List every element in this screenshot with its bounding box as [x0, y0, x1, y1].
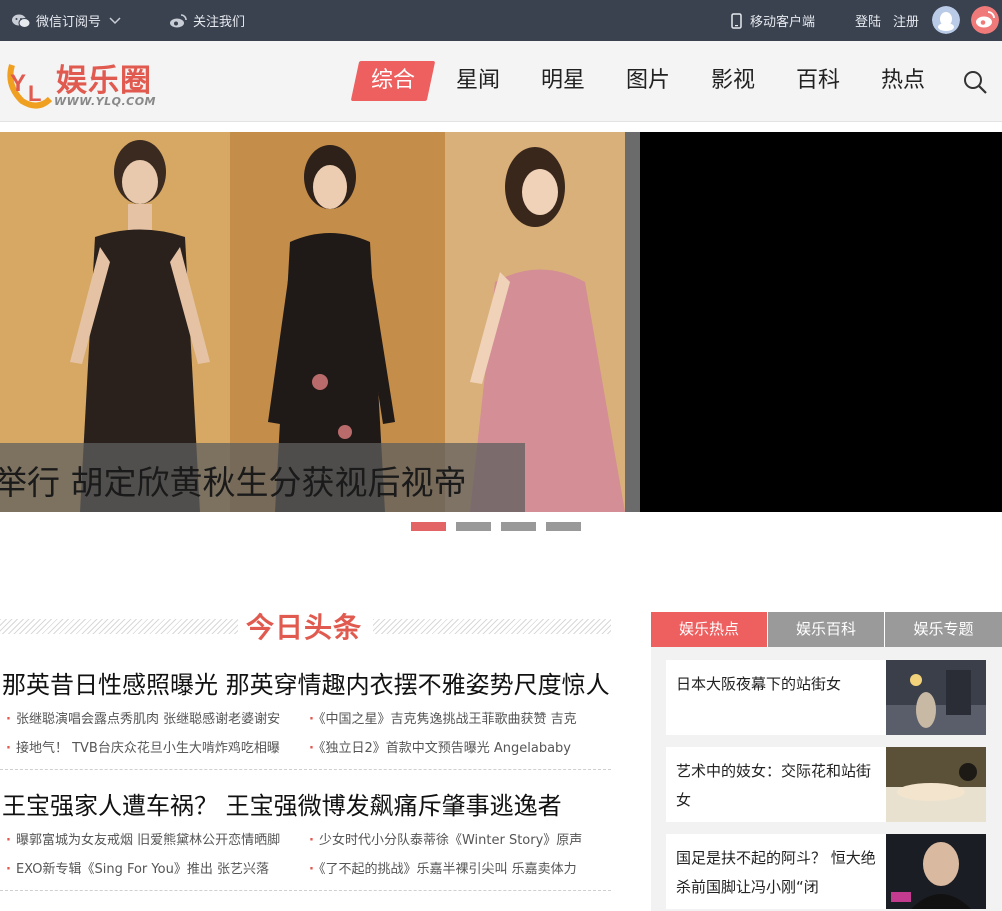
nav-label: 星闻 — [455, 68, 500, 93]
hot-item-title: 日本大阪夜幕下的站街女 — [676, 675, 842, 693]
sub-link[interactable]: 《独立日2》首款中文预告曝光 Angelababy — [309, 737, 571, 756]
wechat-label: 微信订阅号 — [36, 15, 102, 30]
hot-item[interactable]: 日本大阪夜幕下的站街女 — [666, 660, 986, 735]
register-link[interactable]: 注册 — [893, 0, 919, 41]
today-title: 今日头条 — [246, 611, 363, 644]
hot-item-title: 艺术中的妓女：交际花和站街女 — [676, 762, 872, 809]
nav-item-xingwen[interactable]: 星闻 — [445, 61, 511, 101]
phone-icon — [731, 12, 742, 29]
tab-label: 娱乐热点 — [678, 620, 739, 638]
nav-label: 综合 — [370, 68, 415, 93]
wechat-subscribe[interactable]: 微信订阅号 — [12, 0, 121, 41]
hero-caption[interactable]: 举行 胡定欣黄秋生分获视后视帝 — [0, 443, 525, 512]
stripe-decoration — [0, 619, 238, 634]
tab-yule-zhuanti[interactable]: 娱乐专题 — [885, 612, 1002, 647]
hot-item[interactable]: 艺术中的妓女：交际花和站街女 — [666, 747, 986, 822]
headline-1[interactable]: 那英昔日性感照曝光 那英穿情趣内衣摆不雅姿势尺度惊人 — [2, 665, 610, 700]
top-bar: 微信订阅号 关注我们 移动客户端 登陆 注册 — [0, 0, 1002, 41]
side-tabs: 娱乐热点 娱乐百科 娱乐专题 — [651, 612, 1002, 647]
nav-item-yingshi[interactable]: 影视 — [700, 61, 766, 101]
sub-link[interactable]: 少女时代小分队泰蒂徐《Winter Story》原声 — [309, 829, 582, 848]
hero-slider[interactable]: 举行 胡定欣黄秋生分获视后视帝 — [0, 132, 1002, 512]
hero-image[interactable]: 举行 胡定欣黄秋生分获视后视帝 — [0, 132, 625, 512]
logo-url: WWW.YLQ.COM — [54, 95, 156, 108]
weibo-login-icon[interactable] — [971, 6, 999, 34]
login-link[interactable]: 登陆 — [855, 0, 881, 41]
sub-link[interactable]: 接地气！ TVB台庆众花旦小生大啃炸鸡吃相曝 — [6, 737, 280, 756]
follow-us[interactable]: 关注我们 — [169, 0, 245, 41]
nav-item-mingxing[interactable]: 明星 — [530, 61, 596, 101]
hot-item[interactable]: 国足是扶不起的阿斗？ 恒大绝杀前国脚让冯小刚“闭 — [666, 834, 986, 909]
slider-dot-2[interactable] — [456, 522, 491, 531]
nav-label: 百科 — [795, 68, 840, 93]
site-header: Y L 娱乐圈 WWW.YLQ.COM 综合 星闻 明星 图片 影视 百科 热点 — [0, 41, 1002, 122]
mobile-client[interactable]: 移动客户端 — [731, 0, 815, 41]
tab-yule-baike[interactable]: 娱乐百科 — [768, 612, 884, 647]
sub-link[interactable]: 《中国之星》吉克隽逸挑战王菲歌曲获赞 吉克 — [309, 708, 577, 727]
nav-item-zonghe[interactable]: 综合 — [350, 61, 436, 101]
qq-login-icon[interactable] — [932, 6, 960, 34]
hot-item-thumbnail[interactable] — [886, 834, 986, 909]
hero-divider — [625, 132, 640, 512]
hot-item-title: 国足是扶不起的阿斗？ 恒大绝杀前国脚让冯小刚“闭 — [676, 849, 876, 896]
register-label: 注册 — [893, 15, 920, 30]
nav-label: 图片 — [625, 68, 670, 93]
slider-dot-4[interactable] — [546, 522, 581, 531]
sub-link[interactable]: 《了不起的挑战》乐嘉半裸引尖叫 乐嘉卖体力 — [309, 858, 577, 877]
slider-dot-1[interactable] — [411, 522, 446, 531]
follow-label: 关注我们 — [193, 15, 246, 30]
sub-link[interactable]: 曝郭富城为女友戒烟 旧爱熊黛林公开恋情晒脚 — [6, 829, 280, 848]
sub-link[interactable]: 张继聪演唱会露点秀肌肉 张继聪感谢老婆谢安 — [6, 708, 280, 727]
divider — [0, 890, 611, 891]
nav-item-baike[interactable]: 百科 — [785, 61, 851, 101]
wechat-icon — [12, 14, 30, 28]
stripe-decoration — [373, 619, 611, 634]
nav-item-redian[interactable]: 热点 — [870, 61, 936, 101]
tab-label: 娱乐百科 — [795, 620, 856, 638]
nav-item-tupian[interactable]: 图片 — [615, 61, 681, 101]
nav-label: 热点 — [880, 68, 925, 93]
nav-label: 明星 — [540, 68, 585, 93]
slider-dot-3[interactable] — [501, 522, 536, 531]
weibo-icon — [170, 13, 187, 27]
hot-item-thumbnail[interactable] — [886, 660, 986, 735]
svg-text:L: L — [28, 81, 41, 106]
divider — [0, 769, 611, 770]
tab-yule-redian[interactable]: 娱乐热点 — [651, 612, 767, 647]
ylq-logo-icon: Y L — [7, 64, 53, 109]
logo-name: 娱乐圈 — [56, 63, 152, 99]
today-section-header: 今日头条 — [0, 606, 611, 646]
site-logo[interactable]: Y L 娱乐圈 WWW.YLQ.COM — [4, 53, 174, 113]
svg-text:Y: Y — [10, 70, 26, 97]
login-label: 登陆 — [855, 15, 882, 30]
hot-item-thumbnail[interactable] — [886, 747, 986, 822]
tab-label: 娱乐专题 — [913, 620, 974, 638]
mobile-label: 移动客户端 — [750, 15, 816, 30]
search-icon[interactable] — [962, 69, 988, 95]
headline-2[interactable]: 王宝强家人遭车祸？ 王宝强微博发飙痛斥肇事逃逸者 — [2, 786, 562, 821]
nav-label: 影视 — [710, 68, 755, 93]
hero-caption-text: 举行 胡定欣黄秋生分获视后视帝 — [0, 463, 467, 502]
chevron-down-icon — [109, 16, 121, 24]
sub-link[interactable]: EXO新专辑《Sing For You》推出 张艺兴落 — [6, 858, 269, 877]
